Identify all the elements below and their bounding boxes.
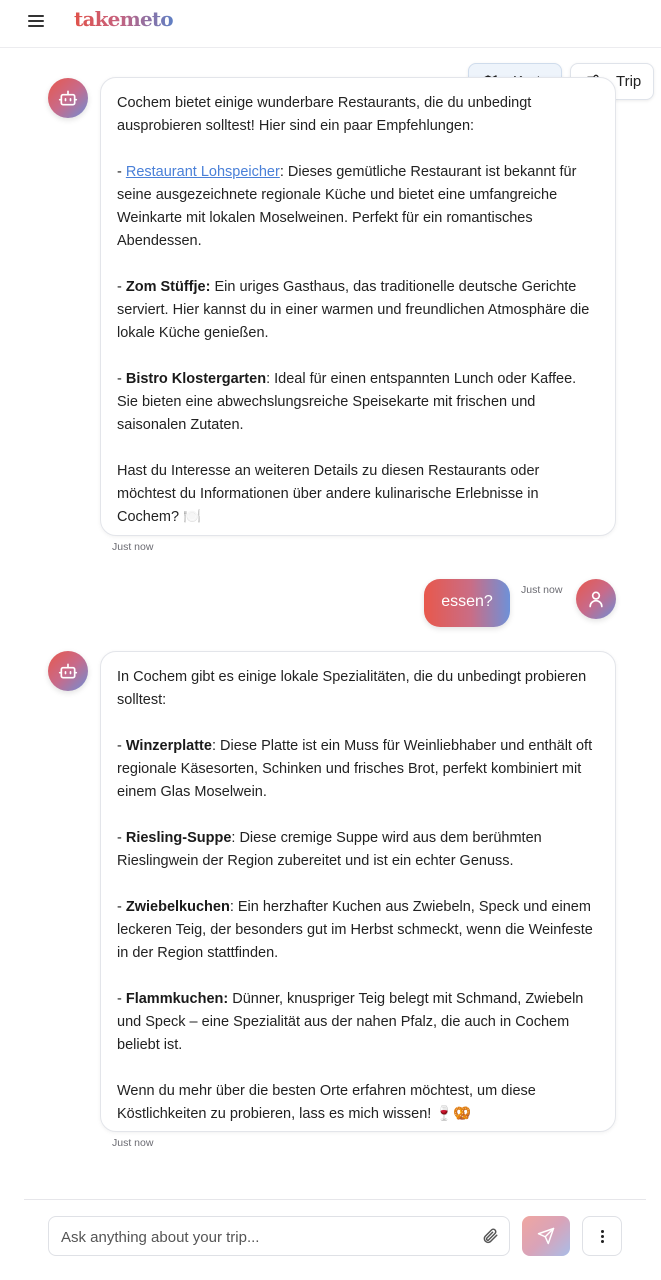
- list-item: - Bistro Klostergarten: Ideal für einen …: [117, 371, 577, 433]
- assistant-avatar: [48, 651, 88, 691]
- list-item: - Riesling-Suppe: Diese cremige Suppe wi…: [117, 830, 542, 869]
- paperclip-icon[interactable]: [481, 1227, 499, 1250]
- user-icon: [589, 591, 603, 608]
- list-item: - Restaurant Lohspeicher: Dieses gemütli…: [117, 164, 577, 249]
- send-icon: [537, 1227, 555, 1245]
- message-timestamp: Just now: [112, 541, 154, 553]
- more-options-button[interactable]: [582, 1216, 622, 1256]
- send-button[interactable]: [522, 1216, 570, 1256]
- list-item: - Zom Stüffje: Ein uriges Gasthaus, das …: [117, 279, 590, 341]
- list-item: - Zwiebelkuchen: Ein herzhafter Kuchen a…: [117, 899, 593, 961]
- list-item: - Flammkuchen: Dünner, knuspriger Teig b…: [117, 991, 584, 1053]
- message-intro: In Cochem gibt es einige lokale Speziali…: [117, 669, 587, 708]
- top-bar: takemeto: [0, 0, 661, 48]
- user-message-bubble: essen?: [424, 579, 510, 627]
- message-timestamp: Just now: [112, 1137, 154, 1149]
- more-vertical-icon: [601, 1230, 604, 1233]
- message-outro: Wenn du mehr über die besten Orte erfahr…: [117, 1083, 536, 1122]
- list-item: - Winzerplatte: Diese Platte ist ein Mus…: [117, 738, 593, 800]
- hamburger-menu-icon[interactable]: [28, 13, 44, 29]
- chat-input-container: [48, 1216, 510, 1256]
- trip-label: Trip: [616, 73, 642, 90]
- restaurant-link[interactable]: Restaurant Lohspeicher: [126, 164, 280, 180]
- message-timestamp: Just now: [521, 584, 563, 596]
- chat-input[interactable]: [61, 1225, 461, 1249]
- message-intro: Cochem bietet einige wunderbare Restaura…: [117, 95, 532, 134]
- assistant-avatar: [48, 78, 88, 118]
- assistant-message-bubble: Cochem bietet einige wunderbare Restaura…: [100, 77, 616, 536]
- app-logo[interactable]: takemeto: [74, 7, 174, 31]
- bot-icon: [58, 663, 78, 679]
- composer-divider: [24, 1199, 646, 1200]
- user-avatar: [576, 579, 616, 619]
- bot-icon: [58, 90, 78, 106]
- message-outro: Hast du Interesse an weiteren Details zu…: [117, 463, 540, 525]
- assistant-message-bubble: In Cochem gibt es einige lokale Speziali…: [100, 651, 616, 1132]
